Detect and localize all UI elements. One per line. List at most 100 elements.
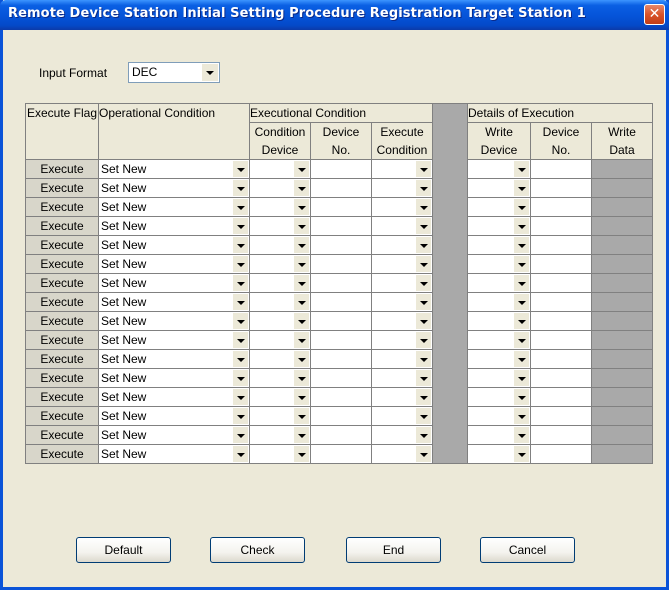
chevron-down-icon[interactable] [416,256,431,272]
chevron-down-icon[interactable] [233,199,248,215]
operational-condition-select[interactable]: Set New [98,387,250,407]
execute-button[interactable]: Execute [25,311,99,331]
write-device-select[interactable] [467,387,531,407]
condition-device-select[interactable] [249,178,311,198]
execute-button[interactable]: Execute [25,368,99,388]
chevron-down-icon[interactable] [294,237,309,253]
chevron-down-icon[interactable] [233,294,248,310]
operational-condition-select[interactable]: Set New [98,254,250,274]
operational-condition-select[interactable]: Set New [98,368,250,388]
condition-device-select[interactable] [249,311,311,331]
device-no-input[interactable] [310,273,372,293]
write-device-no-input[interactable] [530,330,592,350]
chevron-down-icon[interactable] [294,446,309,462]
chevron-down-icon[interactable] [233,332,248,348]
input-format-select[interactable]: DEC [128,62,220,83]
write-device-select[interactable] [467,311,531,331]
chevron-down-icon[interactable] [514,370,529,386]
close-icon[interactable]: ✕ [644,4,665,25]
write-device-select[interactable] [467,406,531,426]
execute-condition-select[interactable] [371,406,433,426]
end-button[interactable]: End [346,537,441,563]
write-device-select[interactable] [467,197,531,217]
execute-condition-select[interactable] [371,254,433,274]
chevron-down-icon[interactable] [233,218,248,234]
condition-device-select[interactable] [249,330,311,350]
chevron-down-icon[interactable] [416,370,431,386]
chevron-down-icon[interactable] [514,332,529,348]
write-device-select[interactable] [467,178,531,198]
chevron-down-icon[interactable] [233,256,248,272]
chevron-down-icon[interactable] [233,370,248,386]
condition-device-select[interactable] [249,254,311,274]
chevron-down-icon[interactable] [514,161,529,177]
chevron-down-icon[interactable] [233,351,248,367]
write-device-no-input[interactable] [530,368,592,388]
operational-condition-select[interactable]: Set New [98,273,250,293]
execute-condition-select[interactable] [371,387,433,407]
chevron-down-icon[interactable] [416,294,431,310]
chevron-down-icon[interactable] [294,408,309,424]
chevron-down-icon[interactable] [416,427,431,443]
execute-button[interactable]: Execute [25,197,99,217]
check-button[interactable]: Check [210,537,305,563]
execute-button[interactable]: Execute [25,254,99,274]
write-device-no-input[interactable] [530,159,592,179]
chevron-down-icon[interactable] [294,256,309,272]
execute-condition-select[interactable] [371,273,433,293]
chevron-down-icon[interactable] [233,237,248,253]
write-device-no-input[interactable] [530,254,592,274]
chevron-down-icon[interactable] [514,294,529,310]
chevron-down-icon[interactable] [416,446,431,462]
execute-button[interactable]: Execute [25,444,99,464]
device-no-input[interactable] [310,216,372,236]
chevron-down-icon[interactable] [514,313,529,329]
chevron-down-icon[interactable] [233,313,248,329]
write-device-select[interactable] [467,254,531,274]
chevron-down-icon[interactable] [416,218,431,234]
condition-device-select[interactable] [249,425,311,445]
chevron-down-icon[interactable] [514,351,529,367]
chevron-down-icon[interactable] [514,237,529,253]
cancel-button[interactable]: Cancel [480,537,575,563]
chevron-down-icon[interactable] [514,408,529,424]
chevron-down-icon[interactable] [294,313,309,329]
execute-condition-select[interactable] [371,292,433,312]
execute-button[interactable]: Execute [25,292,99,312]
condition-device-select[interactable] [249,406,311,426]
chevron-down-icon[interactable] [514,275,529,291]
device-no-input[interactable] [310,349,372,369]
execute-condition-select[interactable] [371,235,433,255]
write-device-no-input[interactable] [530,292,592,312]
chevron-down-icon[interactable] [294,332,309,348]
chevron-down-icon[interactable] [233,446,248,462]
chevron-down-icon[interactable] [201,64,218,81]
execute-button[interactable]: Execute [25,273,99,293]
chevron-down-icon[interactable] [514,427,529,443]
chevron-down-icon[interactable] [233,161,248,177]
chevron-down-icon[interactable] [294,199,309,215]
write-device-select[interactable] [467,425,531,445]
operational-condition-select[interactable]: Set New [98,330,250,350]
execute-condition-select[interactable] [371,368,433,388]
chevron-down-icon[interactable] [416,275,431,291]
execute-button[interactable]: Execute [25,387,99,407]
write-device-no-input[interactable] [530,349,592,369]
device-no-input[interactable] [310,235,372,255]
execute-button[interactable]: Execute [25,235,99,255]
execute-button[interactable]: Execute [25,178,99,198]
execute-condition-select[interactable] [371,159,433,179]
chevron-down-icon[interactable] [233,275,248,291]
condition-device-select[interactable] [249,349,311,369]
chevron-down-icon[interactable] [416,313,431,329]
write-device-select[interactable] [467,444,531,464]
device-no-input[interactable] [310,292,372,312]
execute-button[interactable]: Execute [25,159,99,179]
device-no-input[interactable] [310,425,372,445]
chevron-down-icon[interactable] [416,161,431,177]
chevron-down-icon[interactable] [294,370,309,386]
write-device-select[interactable] [467,216,531,236]
chevron-down-icon[interactable] [233,389,248,405]
operational-condition-select[interactable]: Set New [98,216,250,236]
chevron-down-icon[interactable] [416,180,431,196]
